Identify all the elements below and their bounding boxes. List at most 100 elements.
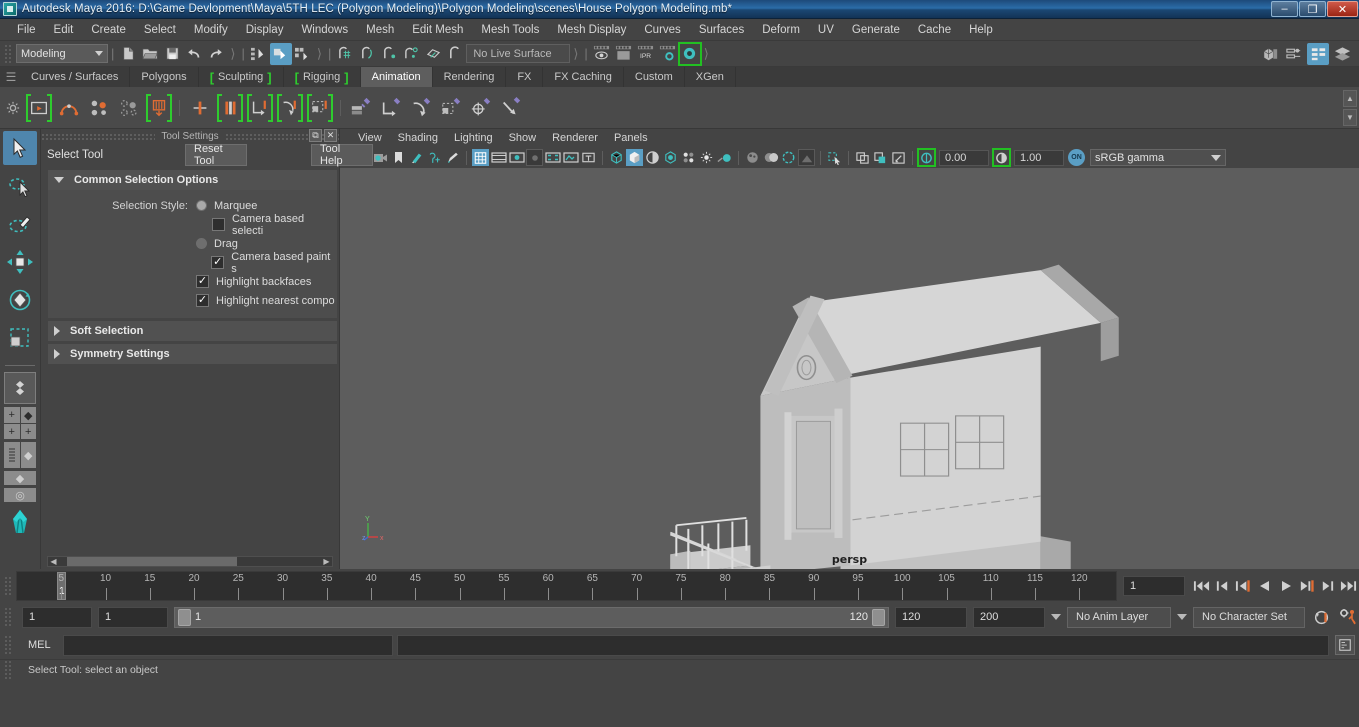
lasso-tool-button[interactable] bbox=[3, 169, 37, 203]
shelf-set-scale-key-icon[interactable] bbox=[305, 91, 335, 125]
close-panel-button[interactable]: ✕ bbox=[324, 129, 337, 142]
use-all-lights-icon[interactable] bbox=[680, 149, 697, 166]
shelf-connect-pivot-icon[interactable] bbox=[466, 91, 496, 125]
viewport-menu-panels[interactable]: Panels bbox=[606, 132, 656, 144]
menu-surfaces[interactable]: Surfaces bbox=[690, 19, 753, 41]
menu-windows[interactable]: Windows bbox=[292, 19, 357, 41]
film-gate-icon[interactable] bbox=[490, 149, 507, 166]
shelf-set-rotate-key-icon[interactable] bbox=[275, 91, 305, 125]
show-hide-modeling-toolkit-button[interactable] bbox=[1259, 43, 1281, 65]
shelf-connect-scale-icon[interactable] bbox=[436, 91, 466, 125]
move-tool-button[interactable] bbox=[3, 245, 37, 279]
viewport-menu-renderer[interactable]: Renderer bbox=[544, 132, 606, 144]
camera-based-selection-checkbox[interactable] bbox=[211, 218, 225, 231]
drag-radio[interactable] bbox=[196, 238, 207, 249]
shelf-tab-curves-surfaces[interactable]: Curves / Surfaces bbox=[20, 67, 131, 87]
shelf-tab-rigging[interactable]: [Rigging] bbox=[283, 67, 361, 87]
scroll-left-arrow[interactable]: ◀ bbox=[48, 556, 59, 567]
persp-graph-layout-button[interactable]: ◆ bbox=[4, 471, 36, 485]
shelf-tab-rendering[interactable]: Rendering bbox=[432, 67, 507, 87]
range-slider-drag-handle[interactable] bbox=[4, 607, 13, 627]
snap-to-grid-button[interactable] bbox=[334, 43, 356, 65]
snap-to-point-button[interactable] bbox=[378, 43, 400, 65]
hypershade-layout-button[interactable]: ◎ bbox=[4, 488, 36, 502]
range-end-handle[interactable] bbox=[872, 608, 885, 626]
current-frame-field[interactable]: 1 bbox=[1123, 576, 1185, 596]
shelf-tab-xgen[interactable]: XGen bbox=[684, 67, 736, 87]
viewport-menu-shading[interactable]: Shading bbox=[390, 132, 446, 144]
undo-button[interactable] bbox=[183, 43, 205, 65]
menu-uv[interactable]: UV bbox=[809, 19, 843, 41]
menu-modify[interactable]: Modify bbox=[185, 19, 237, 41]
two-d-pan-zoom-icon[interactable] bbox=[426, 149, 443, 166]
go-to-end-button[interactable] bbox=[1338, 573, 1359, 599]
select-by-hierarchy-button[interactable] bbox=[248, 43, 270, 65]
snap-to-projected-center-button[interactable] bbox=[400, 43, 422, 65]
playback-start-time-field[interactable]: 1 bbox=[98, 606, 168, 628]
menu-create[interactable]: Create bbox=[82, 19, 135, 41]
multisample-aa-icon[interactable] bbox=[780, 149, 797, 166]
menu-generate[interactable]: Generate bbox=[843, 19, 909, 41]
rotate-tool-button[interactable] bbox=[3, 283, 37, 317]
frame-common-selection-options[interactable]: Common Selection Options bbox=[48, 170, 337, 190]
gamma-value-field[interactable]: 1.00 bbox=[1014, 149, 1064, 166]
highlight-nearest-component-checkbox[interactable]: ✓ bbox=[196, 294, 209, 307]
shelf-scroll-up-arrow[interactable]: ▲ bbox=[1343, 90, 1357, 107]
shelf-set-translate-key-icon[interactable] bbox=[245, 91, 275, 125]
time-slider-drag-handle[interactable] bbox=[4, 576, 13, 596]
show-grid-icon[interactable] bbox=[472, 149, 489, 166]
menu-select[interactable]: Select bbox=[135, 19, 185, 41]
shelf-connect-attribute-icon[interactable] bbox=[346, 91, 376, 125]
animation-start-time-field[interactable]: 1 bbox=[22, 606, 92, 628]
chevron-down-icon[interactable] bbox=[1177, 614, 1187, 620]
screen-space-ao-icon[interactable] bbox=[744, 149, 761, 166]
live-surface-field[interactable]: No Live Surface bbox=[466, 44, 571, 63]
color-profile-selector[interactable]: sRGB gamma bbox=[1090, 149, 1226, 166]
menu-mesh-display[interactable]: Mesh Display bbox=[548, 19, 635, 41]
close-button[interactable]: ✕ bbox=[1327, 1, 1358, 17]
menu-help[interactable]: Help bbox=[960, 19, 1002, 41]
animation-end-time-field[interactable]: 200 bbox=[973, 606, 1045, 628]
shelf-tab-polygons[interactable]: Polygons bbox=[130, 67, 199, 87]
xray-icon[interactable] bbox=[562, 149, 579, 166]
menu-curves[interactable]: Curves bbox=[635, 19, 689, 41]
restore-button[interactable]: ❐ bbox=[1299, 1, 1326, 17]
single-perspective-layout-button[interactable] bbox=[4, 372, 36, 404]
step-back-frame-button[interactable] bbox=[1212, 573, 1233, 599]
paint-select-tool-button[interactable] bbox=[3, 207, 37, 241]
exposure-toggle-icon[interactable] bbox=[890, 149, 907, 166]
show-hide-layer-editor-button[interactable] bbox=[1331, 43, 1353, 65]
smooth-shade-all-icon[interactable] bbox=[626, 149, 643, 166]
menu-file[interactable]: File bbox=[8, 19, 45, 41]
shelf-connect-translate-icon[interactable] bbox=[376, 91, 406, 125]
shelf-bake-animation-icon[interactable] bbox=[144, 91, 174, 125]
motion-blur-icon[interactable] bbox=[762, 149, 779, 166]
range-slider[interactable]: 1 120 bbox=[174, 606, 889, 628]
animation-preferences-button[interactable] bbox=[1338, 604, 1359, 630]
tool-help-button[interactable]: Tool Help bbox=[311, 143, 373, 167]
make-live-button[interactable] bbox=[444, 43, 466, 65]
menu-cache[interactable]: Cache bbox=[909, 19, 960, 41]
ipr-render-button[interactable]: IPR bbox=[635, 43, 657, 65]
menu-display[interactable]: Display bbox=[237, 19, 293, 41]
xray-joints-icon[interactable] bbox=[854, 149, 871, 166]
new-scene-button[interactable] bbox=[117, 43, 139, 65]
image-plane-icon[interactable] bbox=[408, 149, 425, 166]
command-language-label[interactable]: MEL bbox=[20, 639, 59, 651]
gamma-enable-icon[interactable] bbox=[992, 148, 1011, 167]
view-transform-enable-icon[interactable] bbox=[917, 148, 936, 167]
save-scene-button[interactable] bbox=[161, 43, 183, 65]
shelf-tab-fx[interactable]: FX bbox=[506, 67, 544, 87]
shelf-set-key-icon[interactable] bbox=[84, 91, 114, 125]
frame-soft-selection[interactable]: Soft Selection bbox=[48, 321, 337, 341]
play-backwards-button[interactable] bbox=[1254, 573, 1275, 599]
anim-layer-selector[interactable]: No Anim Layer bbox=[1067, 606, 1171, 628]
step-forward-key-button[interactable] bbox=[1296, 573, 1317, 599]
chevron-down-icon[interactable] bbox=[1051, 614, 1061, 620]
color-management-toggle-icon[interactable]: ON bbox=[1068, 149, 1085, 166]
help-line-drag-handle[interactable] bbox=[4, 659, 13, 680]
depth-of-field-icon[interactable] bbox=[798, 149, 815, 166]
menu-edit[interactable]: Edit bbox=[45, 19, 83, 41]
film-gate-mask-icon[interactable] bbox=[544, 149, 561, 166]
camera-attributes-icon[interactable] bbox=[372, 149, 389, 166]
